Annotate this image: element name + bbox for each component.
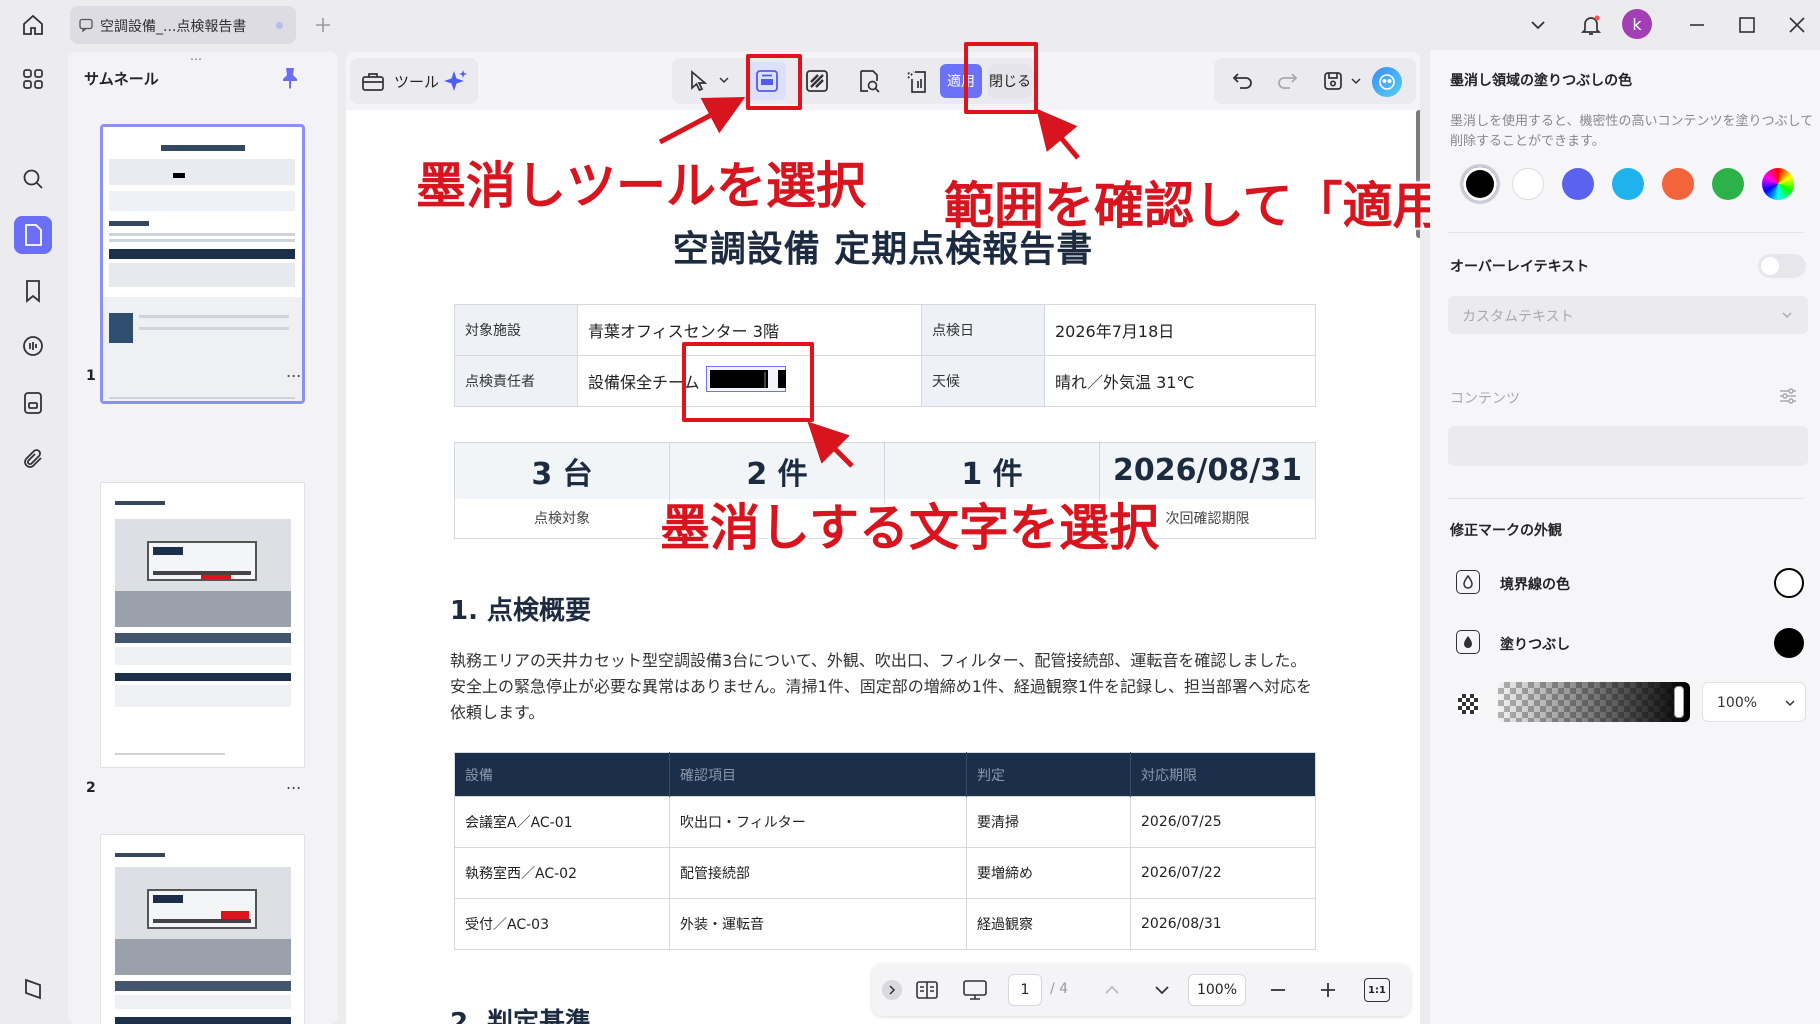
contents-label: コンテンツ — [1450, 391, 1520, 407]
opacity-icon — [1458, 694, 1478, 714]
overlay-text-select[interactable]: カスタムテキスト — [1448, 296, 1808, 334]
fill-color-description-line2: 削除することができます。 — [1450, 134, 1605, 149]
color-swatch-custom[interactable] — [1762, 168, 1794, 200]
fill-label: 塗りつぶし — [1500, 637, 1571, 653]
border-color-icon — [1456, 570, 1480, 594]
opacity-value: 100% — [1717, 695, 1758, 711]
color-swatch-green[interactable] — [1712, 168, 1744, 200]
chevron-down-icon — [1781, 694, 1799, 712]
divider — [1448, 498, 1804, 499]
color-swatch-white[interactable] — [1512, 168, 1544, 200]
border-color-picker[interactable] — [1774, 568, 1804, 598]
opacity-slider-handle[interactable] — [1674, 686, 1684, 718]
overlay-text-toggle[interactable] — [1758, 254, 1806, 278]
annotation-select-tool: 墨消しツールを選択 — [416, 157, 866, 215]
color-swatch-cyan[interactable] — [1612, 168, 1644, 200]
color-swatch-orange[interactable] — [1662, 168, 1694, 200]
appearance-title: 修正マークの外観 — [1450, 523, 1562, 539]
chevron-down-icon — [1778, 306, 1796, 324]
opacity-slider[interactable] — [1498, 682, 1690, 722]
fill-color-picker[interactable] — [1774, 628, 1804, 658]
annotation-confirm-apply: 範囲を確認して「適用」 — [944, 177, 1493, 235]
fill-icon — [1456, 630, 1480, 654]
annotation-select-text: 墨消しする文字を選択 — [660, 499, 1159, 557]
fill-color-title: 墨消し領域の塗りつぶしの色 — [1450, 73, 1633, 89]
border-color-label: 境界線の色 — [1500, 577, 1570, 593]
color-swatch-blue[interactable] — [1562, 168, 1594, 200]
divider — [1448, 232, 1804, 233]
overlay-text-select-value: カスタムテキスト — [1462, 309, 1574, 325]
fill-color-description-line1: 墨消しを使用すると、機密性の高いコンテンツを塗りつぶして — [1450, 114, 1814, 129]
contents-input[interactable] — [1448, 426, 1808, 466]
overlay-text-title: オーバーレイテキスト — [1450, 259, 1590, 275]
opacity-dropdown[interactable]: 100% — [1702, 682, 1806, 722]
color-swatch-black[interactable] — [1460, 164, 1500, 204]
text-settings-icon[interactable] — [1776, 384, 1800, 408]
